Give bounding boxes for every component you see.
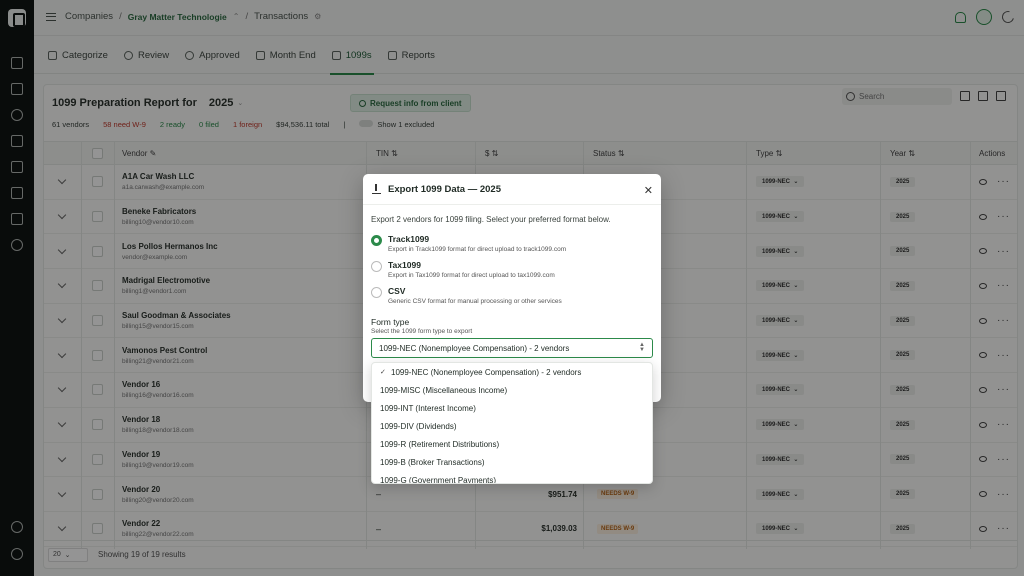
dropdown-option[interactable]: 1099-INT (Interest Income) xyxy=(372,399,652,417)
form-type-label: Form type xyxy=(371,317,410,327)
dropdown-option-label: 1099-R (Retirement Distributions) xyxy=(380,439,500,449)
dropdown-option[interactable]: ✓ 1099-NEC (Nonemployee Compensation) - 2… xyxy=(372,363,652,381)
option-description: Export in Tax1099 format for direct uplo… xyxy=(388,272,555,279)
option-text: Tax1099 Export in Tax1099 format for dire… xyxy=(388,260,555,279)
form-type-selected: 1099-NEC (Nonemployee Compensation) - 2 … xyxy=(379,343,570,353)
dropdown-option[interactable]: 1099-G (Government Payments) xyxy=(372,471,652,484)
modal-header: Export 1099 Data — 2025 xyxy=(363,174,661,205)
format-option-tax1099[interactable]: Tax1099 Export in Tax1099 format for dire… xyxy=(371,260,555,279)
option-description: Export in Track1099 format for direct up… xyxy=(388,246,567,253)
dropdown-option-label: 1099-INT (Interest Income) xyxy=(380,403,476,413)
check-icon: ✓ xyxy=(380,369,386,376)
form-type-dropdown: ✓ 1099-NEC (Nonemployee Compensation) - 2… xyxy=(371,362,653,484)
dropdown-option[interactable]: 1099-DIV (Dividends) xyxy=(372,417,652,435)
dropdown-option-label: 1099-MISC (Miscellaneous Income) xyxy=(380,385,508,395)
dropdown-option[interactable]: 1099-MISC (Miscellaneous Income) xyxy=(372,381,652,399)
option-text: CSV Generic CSV format for manual process… xyxy=(388,286,562,305)
form-type-sublabel: Select the 1099 form type to export xyxy=(371,328,473,335)
dropdown-option-label: 1099-G (Government Payments) xyxy=(380,475,497,484)
dropdown-option-label: 1099-DIV (Dividends) xyxy=(380,421,457,431)
dropdown-option-label: 1099-NEC (Nonemployee Compensation) - 2 … xyxy=(391,367,582,377)
format-option-track1099[interactable]: Track1099 Export in Track1099 format for … xyxy=(371,234,566,253)
dropdown-option[interactable]: 1099-B (Broker Transactions) xyxy=(372,453,652,471)
radio-selected[interactable] xyxy=(371,235,382,246)
radio-unselected[interactable] xyxy=(371,287,382,298)
close-icon[interactable]: ✕ xyxy=(644,184,653,197)
option-title: CSV xyxy=(388,286,406,296)
dropdown-option-label: 1099-B (Broker Transactions) xyxy=(380,457,485,467)
download-icon xyxy=(372,183,381,194)
option-title: Tax1099 xyxy=(388,260,421,270)
format-option-csv[interactable]: CSV Generic CSV format for manual process… xyxy=(371,286,562,305)
modal-description: Export 2 vendors for 1099 filing. Select… xyxy=(371,215,611,224)
option-title: Track1099 xyxy=(388,234,430,244)
radio-unselected[interactable] xyxy=(371,261,382,272)
dropdown-option[interactable]: 1099-R (Retirement Distributions) xyxy=(372,435,652,453)
chevron-updown-icon: ▲ ▼ xyxy=(639,342,645,353)
modal-title: Export 1099 Data — 2025 xyxy=(388,183,502,195)
form-type-select[interactable]: 1099-NEC (Nonemployee Compensation) - 2 … xyxy=(371,338,653,358)
option-description: Generic CSV format for manual processing… xyxy=(388,298,562,305)
option-text: Track1099 Export in Track1099 format for … xyxy=(388,234,566,253)
